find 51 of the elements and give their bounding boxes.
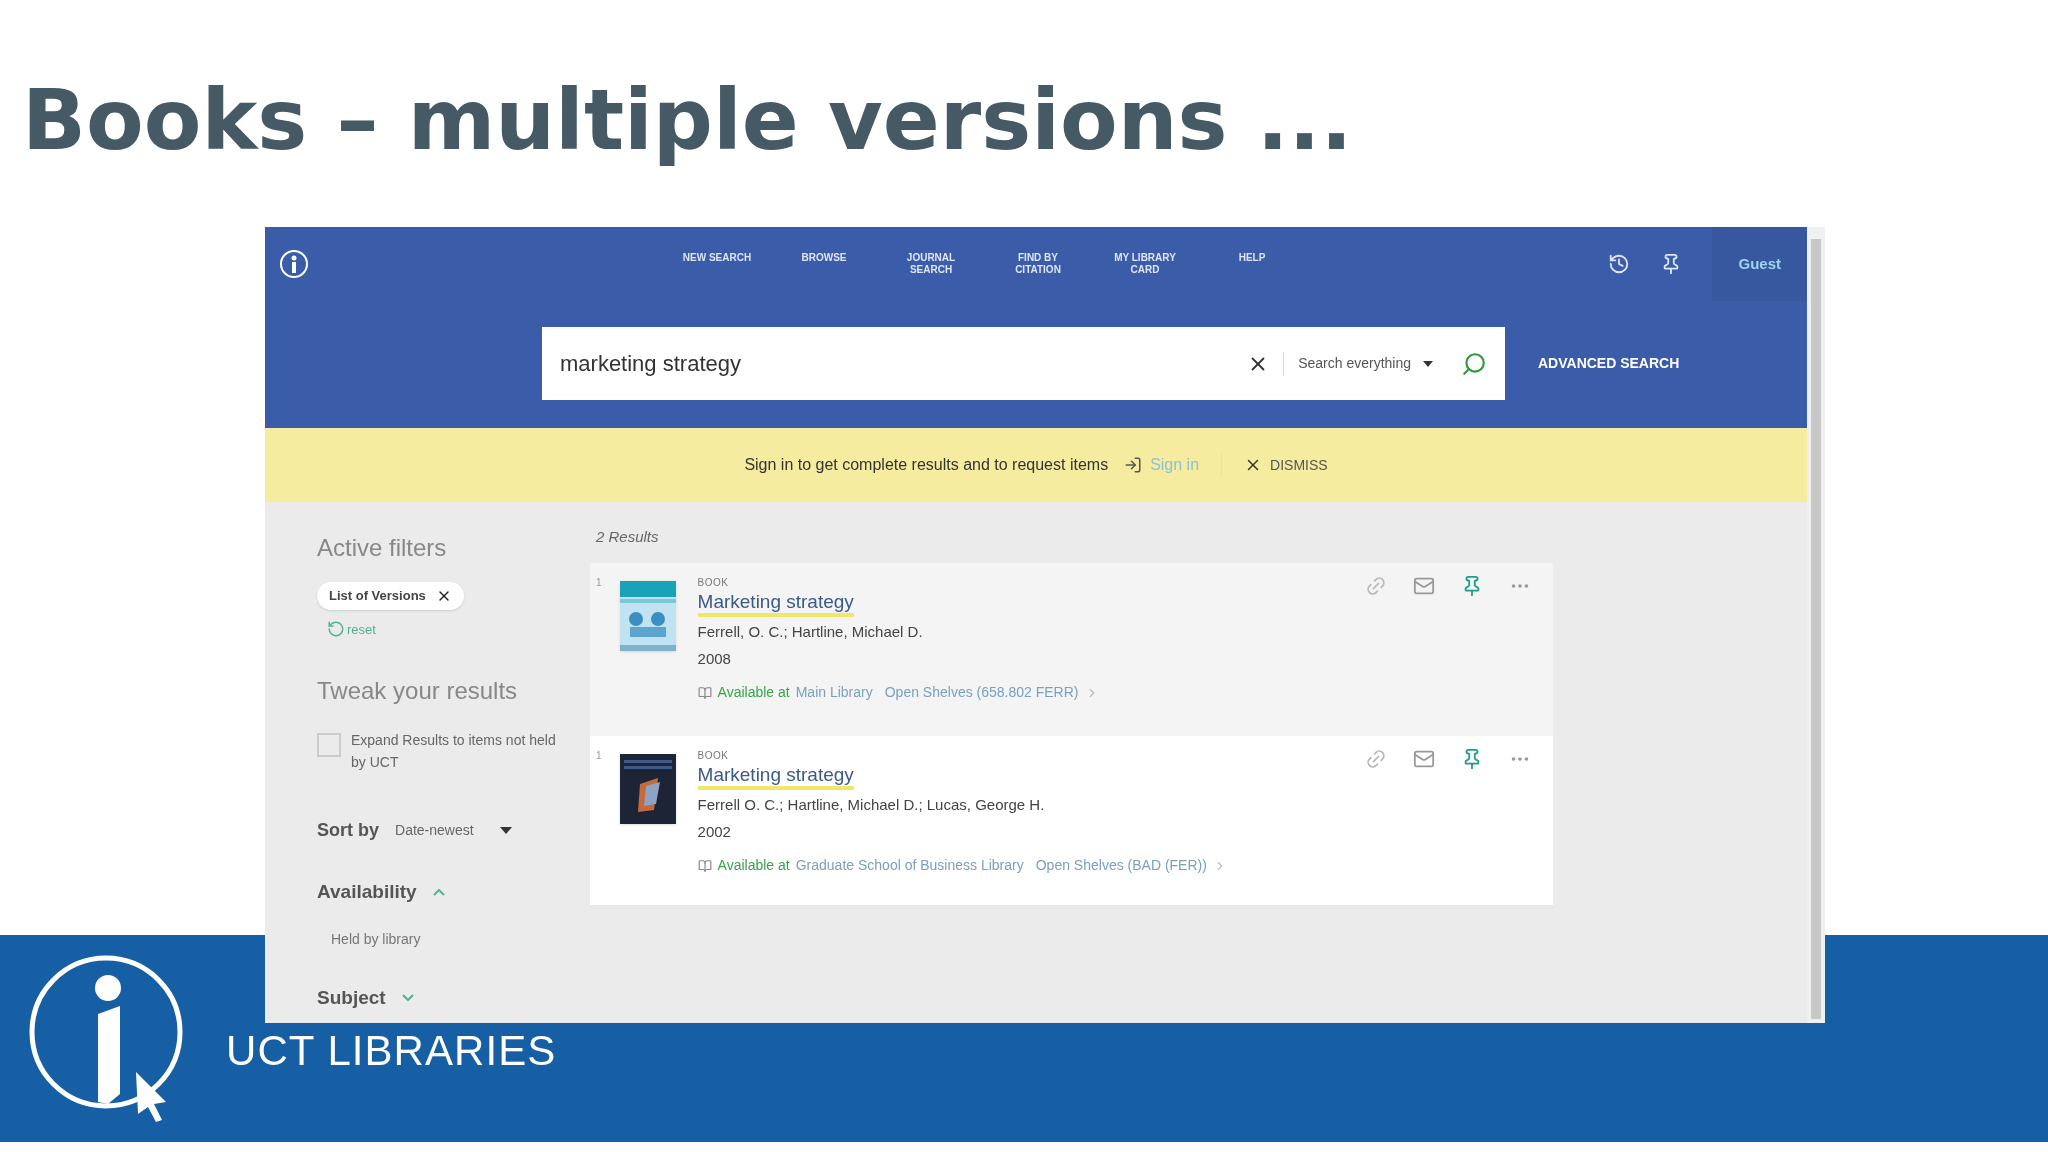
nav-link[interactable]: HELP bbox=[1200, 251, 1304, 277]
sort-label: Sort by bbox=[317, 819, 379, 842]
guest-button[interactable]: Guest bbox=[1712, 227, 1807, 301]
location-link[interactable]: Open Shelves (BAD (FER)) bbox=[1035, 855, 1207, 877]
chevron-down-icon bbox=[401, 994, 414, 1002]
search-icon[interactable] bbox=[1461, 350, 1487, 377]
dismiss-button[interactable]: DISMISS bbox=[1244, 454, 1328, 476]
result-authors: Ferrell O. C.; Hartline, Michael D.; Lucas, George H. bbox=[697, 795, 1045, 816]
filter-chip[interactable]: List of Versions bbox=[317, 582, 464, 610]
nav-link[interactable]: FIND BY CITATION bbox=[986, 251, 1090, 277]
caret-icon bbox=[499, 827, 512, 834]
brand-name: UCT LIBRARIES bbox=[226, 1026, 557, 1076]
search-field[interactable]: marketing strategy Search everything bbox=[542, 327, 1505, 400]
result-type: BOOK bbox=[697, 575, 729, 590]
caret-icon bbox=[1423, 360, 1433, 367]
scope-dropdown[interactable]: Search everything bbox=[1298, 353, 1411, 374]
checkbox-label: Expand Results to items not held by UCT bbox=[351, 731, 557, 772]
section-heading: Active filters bbox=[317, 533, 447, 563]
result-type: BOOK bbox=[697, 748, 729, 763]
result-year: 2008 bbox=[697, 648, 731, 669]
result-title[interactable]: Marketing strategy bbox=[697, 762, 854, 791]
nav-link[interactable]: NEW SEARCH bbox=[665, 251, 769, 277]
facet-header[interactable]: Subject bbox=[317, 983, 414, 1012]
logo-icon bbox=[279, 249, 309, 279]
availability-status: Available at bbox=[717, 856, 790, 876]
result-number: 1 bbox=[596, 748, 602, 763]
book-icon bbox=[697, 685, 712, 700]
sort-dropdown[interactable]: Date-newest bbox=[395, 820, 512, 841]
banner-text: Sign in to get complete results and to request items bbox=[744, 455, 1109, 475]
result-title[interactable]: Marketing strategy bbox=[697, 589, 854, 618]
nav-link[interactable]: JOURNAL SEARCH bbox=[879, 251, 983, 277]
result-number: 1 bbox=[596, 575, 602, 590]
availability-status: Available at bbox=[717, 683, 790, 703]
library-link[interactable]: Graduate School of Business Library bbox=[795, 855, 1024, 877]
result-card[interactable]: 1 BOOK Marketing strategy Ferrell, O. C.; Hartline, Michael D. 2008 Available at Main Library Open Shelves (658.802 FERR) bbox=[590, 562, 1553, 736]
scrollbar[interactable] bbox=[1807, 227, 1825, 1023]
section-heading: Tweak your results bbox=[317, 676, 518, 706]
nav-link[interactable]: BROWSE bbox=[772, 251, 876, 277]
nav-link[interactable]: MY LIBRARY CARD bbox=[1093, 251, 1197, 277]
advanced-search-link[interactable]: ADVANCED SEARCH bbox=[1538, 353, 1680, 374]
result-authors: Ferrell, O. C.; Hartline, Michael D. bbox=[697, 622, 923, 643]
chevron-up-icon bbox=[432, 888, 445, 896]
reset-icon bbox=[327, 620, 345, 639]
facet-header[interactable]: Availability bbox=[317, 878, 445, 907]
results-count: 2 Results bbox=[596, 527, 659, 547]
checkbox[interactable] bbox=[317, 733, 341, 757]
history-icon[interactable] bbox=[1608, 253, 1631, 275]
result-year: 2002 bbox=[697, 821, 731, 842]
sign-in-icon bbox=[1124, 456, 1143, 474]
book-icon bbox=[697, 858, 712, 873]
facet-option[interactable]: Held by library bbox=[331, 928, 421, 950]
